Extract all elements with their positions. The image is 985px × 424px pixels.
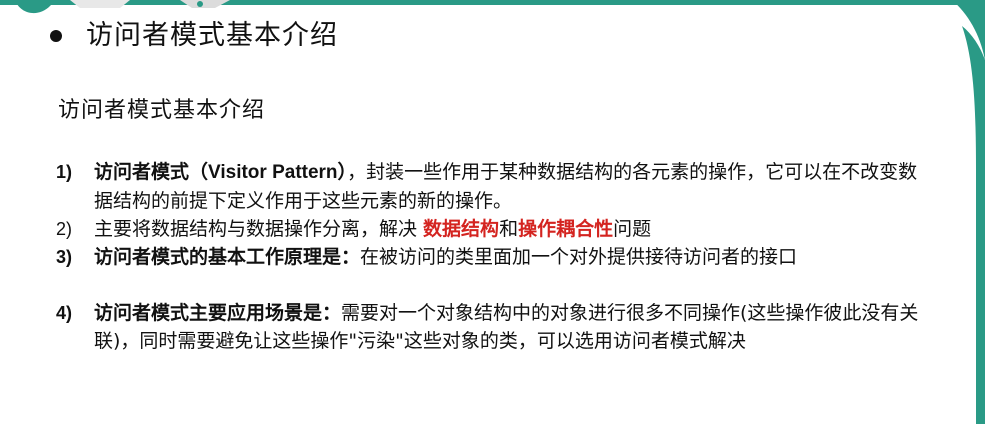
item-joiner: 和 (499, 218, 519, 240)
item-bold-lead: 访问者模式（ (94, 161, 209, 183)
item-bold-lead: 访问者模式的基本工作原理是： (94, 246, 361, 268)
item-bold-latin: Visitor Pattern (208, 162, 338, 183)
page-title: 访问者模式基本介绍 (86, 20, 338, 51)
section-heading: 访问者模式基本介绍 (58, 98, 266, 123)
item-number: 1) (56, 162, 73, 182)
list-item: 1) 访问者模式（Visitor Pattern），封装一些作用于某种数据结构的… (56, 158, 936, 215)
item-text: 访问者模式主要应用场景是：需要对一个对象结构中的对象进行很多不同操作(这些操作彼… (94, 299, 934, 355)
list-item: 3) 访问者模式的基本工作原理是：在被访问的类里面加一个对外提供接待访问者的接口 (56, 243, 936, 271)
item-bold-close: ） (337, 161, 348, 183)
intro-list: 1) 访问者模式（Visitor Pattern），封装一些作用于某种数据结构的… (56, 158, 936, 355)
slide-content: 访问者模式基本介绍 访问者模式基本介绍 1) 访问者模式（Visitor Pat… (0, 0, 960, 424)
item-number: 4) (56, 303, 73, 323)
list-item: 4) 访问者模式主要应用场景是：需要对一个对象结构中的对象进行很多不同操作(这些… (56, 299, 936, 355)
item-text: 访问者模式的基本工作原理是：在被访问的类里面加一个对外提供接待访问者的接口 (94, 243, 934, 271)
main-title-row: 访问者模式基本介绍 (50, 18, 338, 54)
bullet-icon (50, 30, 62, 42)
item-text: 访问者模式（Visitor Pattern），封装一些作用于某种数据结构的各元素… (94, 158, 934, 215)
item-number: 2) (56, 219, 73, 239)
item-text-before: 主要将数据结构与数据操作分离，解决 (94, 218, 424, 240)
list-item: 2) 主要将数据结构与数据操作分离，解决 数据结构和操作耦合性问题 (56, 215, 936, 243)
item-text-after: 问题 (613, 218, 652, 240)
highlight-coupling: 操作耦合性 (518, 218, 614, 240)
item-bold-lead: 访问者模式主要应用场景是： (94, 302, 342, 324)
item-rest: 在被访问的类里面加一个对外提供接待访问者的接口 (360, 246, 798, 268)
item-text: 主要将数据结构与数据操作分离，解决 数据结构和操作耦合性问题 (94, 215, 934, 243)
highlight-data-structure: 数据结构 (423, 218, 500, 240)
item-number: 3) (56, 247, 73, 267)
